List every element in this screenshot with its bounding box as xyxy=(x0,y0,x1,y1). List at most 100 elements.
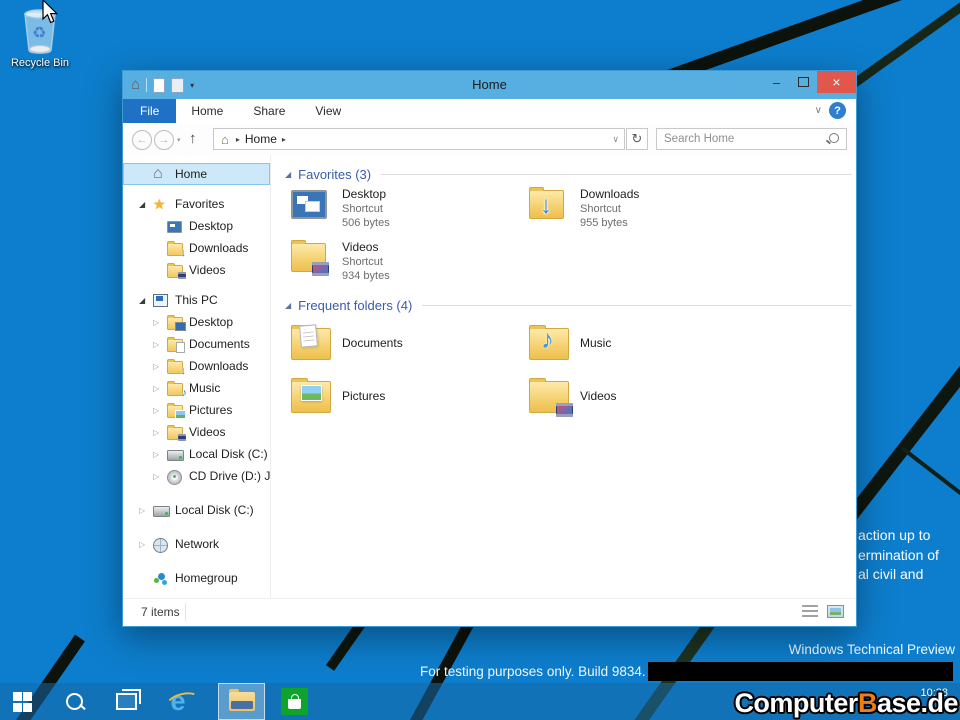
expander-closed-icon[interactable]: ▷ xyxy=(153,318,167,327)
details-view-icon[interactable] xyxy=(802,605,818,618)
tab-file[interactable]: File xyxy=(123,99,176,123)
section-collapse-icon[interactable]: ◢ xyxy=(285,301,291,310)
expand-ribbon-icon[interactable]: ∨ xyxy=(815,105,822,116)
file-size: 934 bytes xyxy=(342,269,390,283)
task-view-button[interactable] xyxy=(106,683,146,720)
tab-view[interactable]: View xyxy=(300,99,356,123)
sidebar-item-homegroup[interactable]: Homegroup xyxy=(123,567,270,589)
section-title[interactable]: Favorites (3) xyxy=(298,167,371,182)
forward-button[interactable]: → xyxy=(154,130,174,150)
search-icon xyxy=(66,693,83,710)
sidebar-item-label: Videos xyxy=(189,263,225,277)
up-button[interactable]: ↑ xyxy=(189,130,197,147)
search-input[interactable] xyxy=(657,129,828,149)
sidebar-item-pc-documents[interactable]: ▷ Documents xyxy=(123,333,270,355)
store-taskbar-button[interactable] xyxy=(281,688,308,715)
minimize-button[interactable]: – xyxy=(763,71,790,93)
expander-open-icon[interactable]: ◢ xyxy=(139,296,153,305)
folder-tile-pictures[interactable]: Pictures xyxy=(291,370,527,423)
folder-name: Music xyxy=(580,336,611,351)
breadcrumb-home-icon[interactable]: ⌂ xyxy=(221,132,229,147)
tab-share[interactable]: Share xyxy=(238,99,300,123)
sidebar-item-pc-pictures[interactable]: ▷ Pictures xyxy=(123,399,270,421)
logo-text: Computer xyxy=(734,688,858,718)
address-dropdown-icon[interactable]: ∨ xyxy=(612,134,619,145)
sidebar-item-pc-desktop[interactable]: ▷ Desktop xyxy=(123,311,270,333)
window-title: Home xyxy=(123,71,856,99)
expander-closed-icon[interactable]: ▷ xyxy=(153,472,167,481)
sidebar-item-downloads[interactable]: ↓ Downloads xyxy=(123,237,270,259)
expander-closed-icon[interactable]: ▷ xyxy=(153,428,167,437)
taskbar-search-button[interactable] xyxy=(54,683,94,720)
section-header-favorites[interactable]: ◢ Favorites (3) xyxy=(271,165,852,183)
breadcrumb-separator-icon[interactable]: ▸ xyxy=(236,135,240,144)
file-tile-videos[interactable]: Videos Shortcut 934 bytes xyxy=(291,240,527,293)
file-explorer-taskbar-button[interactable] xyxy=(218,683,265,720)
address-breadcrumb-field[interactable]: ⌂ ▸ Home ▸ ∨ xyxy=(213,128,625,150)
sidebar-item-label: Local Disk (C:) xyxy=(175,503,254,517)
expander-closed-icon[interactable]: ▷ xyxy=(153,384,167,393)
music-folder-icon: ♪ xyxy=(529,324,571,364)
downloads-folder-icon: ↓ xyxy=(167,359,184,374)
expander-open-icon[interactable]: ◢ xyxy=(139,200,153,209)
watermark-build: For testing purposes only. Build 9834. xyxy=(420,664,646,679)
internet-explorer-button[interactable]: e xyxy=(158,683,198,720)
folder-tile-music[interactable]: ♪ Music xyxy=(529,317,765,370)
sidebar-item-network[interactable]: ▷ Network xyxy=(123,533,270,555)
section-header-frequent-folders[interactable]: ◢ Frequent folders (4) xyxy=(271,296,852,314)
sidebar-item-this-pc[interactable]: ◢ This PC xyxy=(123,289,270,311)
folder-tile-documents[interactable]: Documents xyxy=(291,317,527,370)
expander-closed-icon[interactable]: ▷ xyxy=(139,506,153,515)
tab-home[interactable]: Home xyxy=(176,99,238,123)
large-icons-view-icon[interactable] xyxy=(827,605,844,618)
help-button[interactable]: ? xyxy=(829,102,846,119)
maximize-button[interactable] xyxy=(790,71,817,93)
refresh-button[interactable]: ↻ xyxy=(626,128,648,150)
windows-logo-icon xyxy=(13,692,32,711)
window-controls: – × xyxy=(763,71,856,93)
breadcrumb-separator-icon[interactable]: ▸ xyxy=(282,135,286,144)
section-title[interactable]: Frequent folders (4) xyxy=(298,298,412,313)
window-titlebar[interactable]: ⌂ ▾ Home – × xyxy=(123,71,856,99)
start-button[interactable] xyxy=(2,683,42,720)
sidebar-item-favorites[interactable]: ◢ ★ Favorites xyxy=(123,193,270,215)
back-button[interactable]: ← xyxy=(132,130,152,150)
sidebar-item-pc-cd-drive[interactable]: ▷ CD Drive (D:) JM1 xyxy=(123,465,270,487)
desktop: ♻ Recycle Bin action up to ermination of… xyxy=(0,0,960,720)
home-icon: ⌂ xyxy=(153,167,170,182)
expander-closed-icon[interactable]: ▷ xyxy=(139,540,153,549)
expander-closed-icon[interactable]: ▷ xyxy=(153,450,167,459)
close-button[interactable]: × xyxy=(817,71,856,93)
store-bag-icon xyxy=(288,699,301,709)
search-icon[interactable] xyxy=(829,133,839,143)
expander-closed-icon[interactable]: ▷ xyxy=(153,340,167,349)
expander-closed-icon[interactable]: ▷ xyxy=(153,362,167,371)
file-size: 955 bytes xyxy=(580,216,639,230)
pictures-folder-icon xyxy=(291,377,333,417)
frequent-folders-grid: Documents ♪ Music Pictures Videos xyxy=(291,317,856,427)
file-name: Videos xyxy=(342,240,390,255)
file-tile-desktop[interactable]: Desktop Shortcut 506 bytes xyxy=(291,187,527,240)
sidebar-item-home[interactable]: ⌂ Home xyxy=(123,163,270,185)
recent-locations-icon[interactable]: ▾ xyxy=(177,136,181,144)
recycle-bin-shortcut[interactable]: ♻ Recycle Bin xyxy=(4,6,76,69)
sidebar-item-desktop[interactable]: Desktop xyxy=(123,215,270,237)
status-bar: 7 items xyxy=(123,598,856,626)
breadcrumb-location[interactable]: Home xyxy=(245,132,277,146)
sidebar-item-pc-local-disk[interactable]: ▷ Local Disk (C:) xyxy=(123,443,270,465)
sidebar-item-pc-music[interactable]: ▷ ♪ Music xyxy=(123,377,270,399)
sidebar-item-videos[interactable]: Videos xyxy=(123,259,270,281)
network-icon xyxy=(153,537,170,552)
folder-tile-videos[interactable]: Videos xyxy=(529,370,765,423)
favorites-star-icon: ★ xyxy=(153,197,170,212)
sidebar-item-pc-videos[interactable]: ▷ Videos xyxy=(123,421,270,443)
expander-closed-icon[interactable]: ▷ xyxy=(153,406,167,415)
watermark-edition: Windows Technical Preview xyxy=(789,642,955,657)
internet-explorer-icon: e xyxy=(170,688,185,715)
file-tile-downloads[interactable]: ↓ Downloads Shortcut 955 bytes xyxy=(529,187,765,240)
section-collapse-icon[interactable]: ◢ xyxy=(285,170,291,179)
folder-name: Documents xyxy=(342,336,403,351)
sidebar-item-local-disk[interactable]: ▷ Local Disk (C:) xyxy=(123,499,270,521)
mouse-cursor xyxy=(42,0,62,24)
sidebar-item-pc-downloads[interactable]: ▷ ↓ Downloads xyxy=(123,355,270,377)
